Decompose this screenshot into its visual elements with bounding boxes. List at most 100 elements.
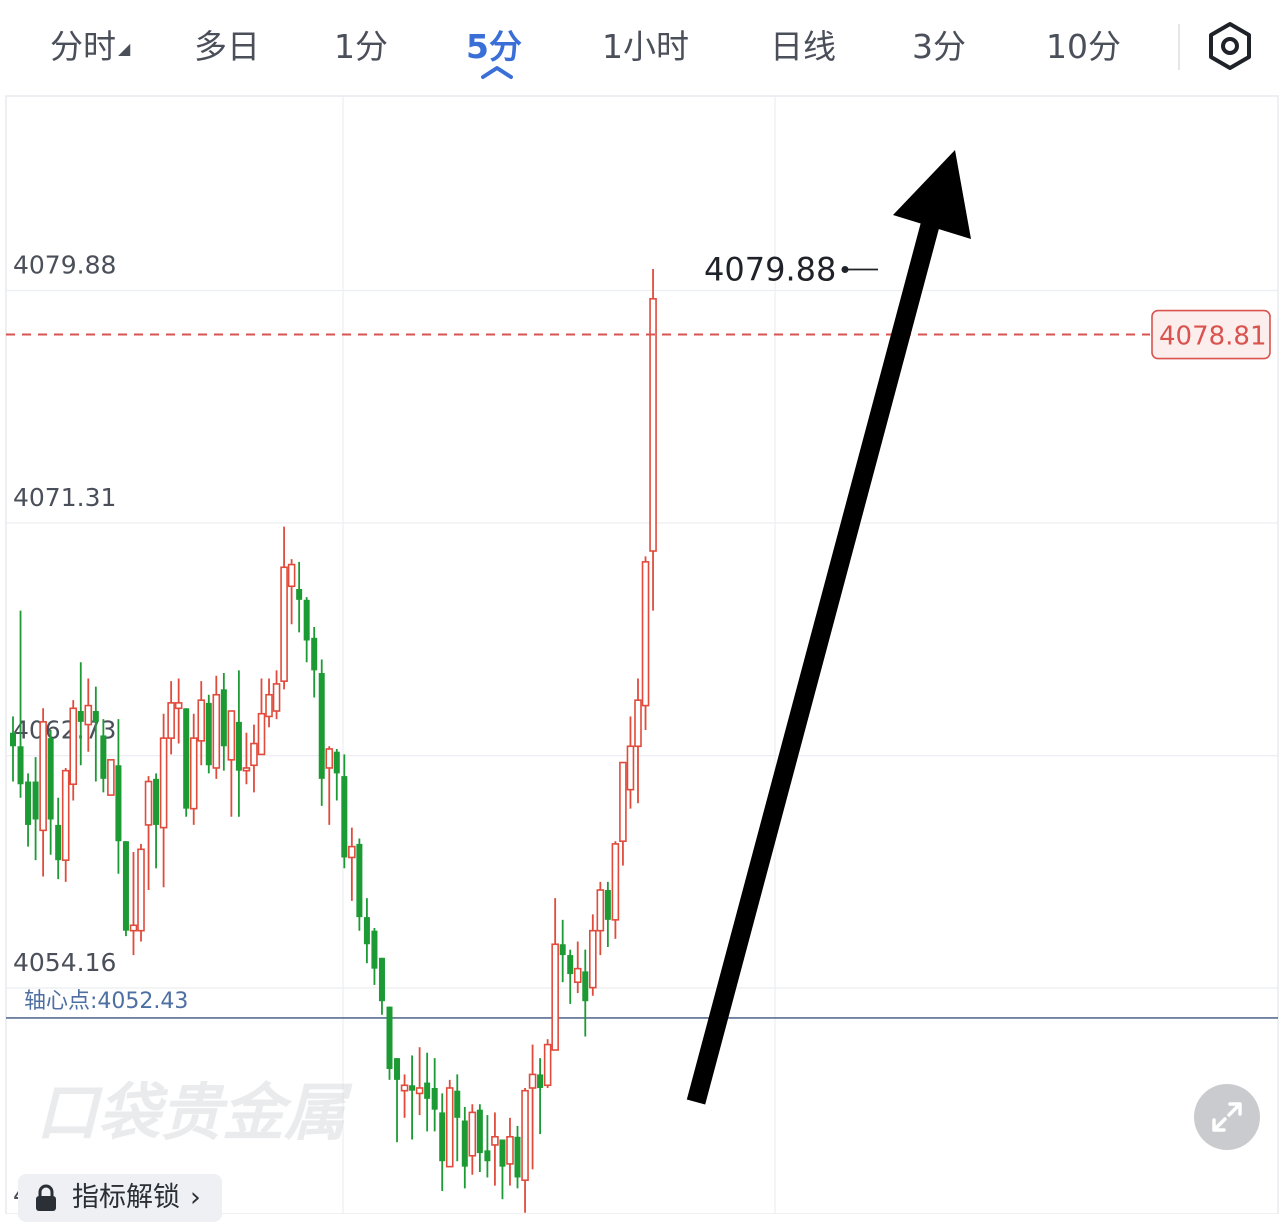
candle[interactable] <box>212 675 221 779</box>
candle[interactable] <box>265 678 273 728</box>
candle[interactable] <box>280 526 288 690</box>
candle[interactable] <box>197 681 206 766</box>
tab-minute-time[interactable]: 分时 ◢ <box>50 22 130 72</box>
candle[interactable] <box>318 659 325 806</box>
candle[interactable] <box>17 610 24 798</box>
candle[interactable] <box>107 759 115 796</box>
candlestick-chart[interactable]: 4079.884071.314062.734054.164045.59口袋贵金属… <box>0 94 1284 1214</box>
candle-body <box>205 702 212 766</box>
candle[interactable] <box>445 1079 454 1168</box>
candle[interactable] <box>506 1117 514 1186</box>
candle[interactable] <box>69 700 78 801</box>
candle[interactable] <box>333 748 340 801</box>
candle-body <box>378 957 385 1002</box>
candle[interactable] <box>641 556 650 730</box>
candle[interactable] <box>287 559 296 625</box>
candle[interactable] <box>257 678 266 756</box>
candle[interactable] <box>596 881 605 956</box>
tab-multi-day[interactable]: 多日 <box>194 22 260 72</box>
candle[interactable] <box>386 1006 393 1080</box>
candle[interactable] <box>153 773 160 869</box>
candle[interactable] <box>521 1087 529 1213</box>
candle[interactable] <box>296 561 303 633</box>
candle[interactable] <box>582 949 589 1037</box>
candle[interactable] <box>528 1044 537 1170</box>
candle[interactable] <box>626 716 635 809</box>
candle-body <box>280 566 288 682</box>
tab-1hour[interactable]: 1小时 <box>602 22 689 72</box>
candle[interactable] <box>604 881 611 947</box>
candle[interactable] <box>25 773 32 847</box>
candle[interactable] <box>649 268 657 611</box>
candle[interactable] <box>205 694 212 774</box>
indicator-unlock-button[interactable]: 指标解锁 › <box>18 1174 222 1222</box>
candle[interactable] <box>235 670 242 817</box>
candle[interactable] <box>47 730 54 855</box>
candle[interactable] <box>424 1052 431 1132</box>
candle[interactable] <box>573 941 582 994</box>
candle[interactable] <box>499 1139 506 1200</box>
candle[interactable] <box>77 662 84 766</box>
candle[interactable] <box>341 754 348 869</box>
candle[interactable] <box>589 914 597 996</box>
candle[interactable] <box>619 761 627 866</box>
candle[interactable] <box>183 708 190 817</box>
candle[interactable] <box>189 713 198 825</box>
candle[interactable] <box>61 767 70 882</box>
candle[interactable] <box>491 1112 499 1186</box>
tab-3min[interactable]: 3分 <box>912 22 966 72</box>
candle[interactable] <box>356 838 363 931</box>
candle[interactable] <box>431 1058 438 1132</box>
candle[interactable] <box>129 852 138 956</box>
expand-button[interactable] <box>1194 1084 1260 1150</box>
candle[interactable] <box>122 841 129 937</box>
candle[interactable] <box>537 1058 544 1135</box>
candle[interactable] <box>371 927 378 985</box>
candle[interactable] <box>461 1106 468 1189</box>
candle[interactable] <box>409 1055 416 1140</box>
tab-1min[interactable]: 1分 <box>334 22 388 72</box>
candle[interactable] <box>311 626 318 698</box>
candle[interactable] <box>634 678 642 804</box>
candle[interactable] <box>137 843 145 942</box>
candle[interactable] <box>439 1093 446 1192</box>
candle[interactable] <box>144 776 153 891</box>
candle[interactable] <box>543 1039 552 1088</box>
candle[interactable] <box>159 713 168 888</box>
tab-daily[interactable]: 日线 <box>770 22 836 72</box>
candle[interactable] <box>476 1104 483 1173</box>
hexagon-settings-icon[interactable] <box>1204 20 1256 72</box>
candle[interactable] <box>454 1074 461 1162</box>
candle[interactable] <box>611 841 620 939</box>
candle[interactable] <box>174 678 183 744</box>
tab-label: 分时 <box>50 27 116 66</box>
candle[interactable] <box>484 1115 491 1178</box>
watermark-text: 口袋贵金属 <box>36 1076 353 1149</box>
tab-10min[interactable]: 10分 <box>1046 22 1121 72</box>
candle[interactable] <box>55 797 62 880</box>
candle[interactable] <box>551 898 559 1051</box>
candle[interactable] <box>400 1074 409 1118</box>
candle-body <box>257 712 266 756</box>
candle[interactable] <box>468 1104 477 1175</box>
candle[interactable] <box>250 724 258 793</box>
candle[interactable] <box>567 949 574 1004</box>
candle[interactable] <box>39 708 47 877</box>
candle[interactable] <box>227 710 236 817</box>
candle[interactable] <box>242 732 251 785</box>
candle[interactable] <box>272 670 281 720</box>
candle[interactable] <box>415 1047 424 1116</box>
candle[interactable] <box>32 757 39 861</box>
candle[interactable] <box>167 681 175 755</box>
candle[interactable] <box>559 919 566 983</box>
candle-body <box>227 710 236 761</box>
candle-body <box>144 780 153 826</box>
candle-body <box>476 1109 483 1154</box>
candle[interactable] <box>348 827 356 901</box>
candle[interactable] <box>325 746 334 825</box>
candle[interactable] <box>514 1125 521 1189</box>
candle[interactable] <box>378 957 385 1015</box>
candle[interactable] <box>303 597 310 663</box>
candle[interactable] <box>363 898 370 964</box>
candle[interactable] <box>394 1058 401 1143</box>
